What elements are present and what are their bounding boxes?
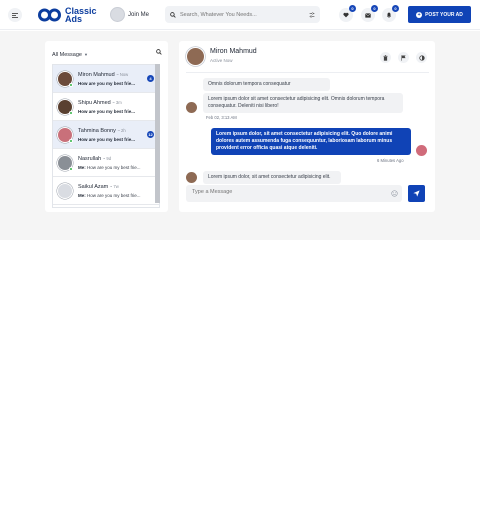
- notifications-count-badge: 0: [392, 5, 399, 12]
- user-avatar-icon: [110, 7, 125, 22]
- unread-count-badge: 4: [147, 75, 154, 82]
- conversation-list-header: All Message ▼: [52, 47, 162, 58]
- contact-item[interactable]: Saikul Azam ~ 7w Me: How are you my best…: [53, 177, 159, 205]
- messages-button[interactable]: 0: [361, 5, 378, 22]
- block-chat-button[interactable]: [416, 52, 427, 63]
- report-chat-button[interactable]: [398, 52, 409, 63]
- contact-list[interactable]: Miron Mahmud ~ Now How are you my best f…: [52, 64, 160, 208]
- post-ad-button[interactable]: + POST YOUR AD: [408, 6, 471, 23]
- delete-chat-button[interactable]: [380, 52, 391, 63]
- chevron-down-icon: ▼: [83, 52, 88, 57]
- contact-preview: How are you my best frie...: [87, 165, 141, 170]
- search-bar: [165, 6, 320, 23]
- chat-header-divider: [186, 72, 429, 73]
- plus-icon: +: [416, 11, 423, 18]
- top-header: Classic Ads Join Me 0 0 0 + POST YOUR AD: [0, 0, 480, 30]
- contact-time: ~ 2h: [117, 128, 126, 133]
- contact-item[interactable]: Tahmina Bonny ~ 2h How are you my best f…: [53, 121, 159, 149]
- favorites-button[interactable]: 0: [339, 5, 356, 22]
- message-timestamp: 6 Minutes Ago: [377, 158, 404, 163]
- online-status-dot: [69, 83, 73, 87]
- logo-mark-icon: [38, 8, 61, 22]
- bell-icon: [386, 12, 392, 18]
- search-input[interactable]: [180, 11, 309, 18]
- message-input[interactable]: [192, 189, 372, 195]
- contact-time: ~ 9d: [102, 156, 112, 161]
- contact-preview: How are you my best frie...: [78, 137, 136, 142]
- message-composer: [186, 185, 402, 202]
- message-filter-dropdown[interactable]: All Message ▼: [52, 43, 88, 61]
- contact-name: Saikul Azam: [78, 184, 109, 190]
- join-me-link[interactable]: Join Me: [110, 7, 149, 22]
- half-circle-icon: [418, 54, 425, 61]
- online-status-dot: [69, 111, 73, 115]
- favorites-count-badge: 0: [349, 5, 356, 12]
- received-message: Lorem ipsum dolor, sit amet consectetur …: [203, 171, 341, 184]
- flag-icon: [401, 54, 406, 61]
- contact-preview: How are you my best frie...: [78, 81, 136, 86]
- heart-icon: [343, 12, 349, 18]
- contact-time: ~ Now: [116, 72, 129, 77]
- contact-preview: How are you my best frie...: [78, 109, 136, 114]
- messages-count-badge: 0: [371, 5, 378, 12]
- received-message: Omnis dolorum tempora consequatur: [203, 78, 330, 91]
- filter-sliders-icon[interactable]: [309, 11, 315, 18]
- my-avatar: [416, 145, 427, 156]
- search-icon[interactable]: [156, 49, 162, 55]
- menu-button[interactable]: [8, 8, 22, 22]
- contact-preview: How are you my best frie...: [87, 193, 141, 198]
- contact-item[interactable]: Miron Mahmud ~ Now How are you my best f…: [53, 65, 159, 93]
- chat-contact-status: Active Now: [210, 58, 233, 63]
- preview-sender: Me:: [78, 193, 86, 198]
- trash-icon: [383, 54, 388, 61]
- contact-time: ~ 7w: [109, 184, 119, 189]
- contact-name: Miron Mahmud: [78, 72, 115, 78]
- emoji-icon[interactable]: [391, 190, 398, 197]
- chat-panel: Miron Mahmud Active Now Omnis dolorum te…: [179, 41, 435, 212]
- post-ad-label: POST YOUR AD: [425, 11, 463, 18]
- unread-count-badge: 12: [147, 131, 154, 138]
- online-status-dot: [69, 167, 73, 171]
- search-icon: [170, 11, 176, 18]
- conversation-list-panel: All Message ▼ Miron Mahmud ~ Now How are …: [45, 41, 168, 212]
- contact-name: Tahmina Bonny: [78, 128, 116, 134]
- preview-sender: Me:: [78, 165, 86, 170]
- online-status-dot: [69, 139, 73, 143]
- contact-item[interactable]: Shipu Ahmed ~ 3m How are you my best fri…: [53, 93, 159, 121]
- contact-list-scrollbar[interactable]: [155, 64, 160, 203]
- logo-text: Classic Ads: [65, 6, 97, 24]
- notifications-button[interactable]: 0: [382, 5, 399, 22]
- sent-message: Lorem ipsum dolor, sit amet consectetur …: [211, 128, 411, 155]
- hamburger-icon: [12, 12, 18, 18]
- paper-plane-icon: [413, 190, 420, 197]
- envelope-icon: [365, 12, 371, 18]
- message-timestamp: Feb 02, 3:13 AM: [206, 115, 237, 120]
- contact-name: Nasrullah: [78, 156, 102, 162]
- filter-label: All Message: [52, 52, 82, 58]
- join-label: Join Me: [128, 11, 150, 18]
- contact-item[interactable]: Nasrullah ~ 9d Me: How are you my best f…: [53, 149, 159, 177]
- send-button[interactable]: [408, 185, 425, 202]
- chat-contact-avatar: [186, 47, 205, 66]
- chat-contact-name: Miron Mahmud: [210, 48, 257, 55]
- site-logo[interactable]: Classic Ads: [38, 6, 97, 24]
- sender-avatar: [186, 172, 197, 183]
- sender-avatar: [186, 102, 197, 113]
- contact-name: Shipu Ahmed: [78, 100, 111, 106]
- contact-time: ~ 3m: [112, 100, 122, 105]
- received-message: Lorem ipsum dolor sit amet consectetur a…: [203, 93, 403, 113]
- contact-avatar: [57, 183, 73, 199]
